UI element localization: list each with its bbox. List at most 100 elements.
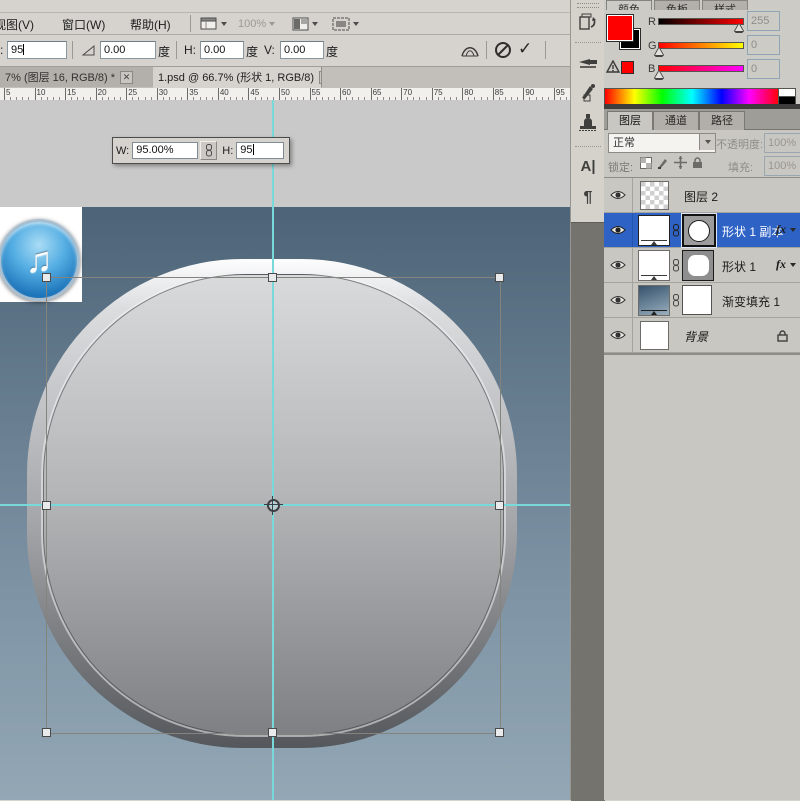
transform-handle-bottom-left[interactable]	[42, 728, 51, 737]
layer-row-selected[interactable]: 形状 1 副本 fx	[604, 213, 800, 248]
layer-mask-link-icon[interactable]	[672, 294, 680, 307]
tab-swatches[interactable]: 色板	[654, 0, 700, 10]
paragraph-panel-button[interactable]: ¶	[575, 186, 601, 210]
tab-paths[interactable]: 路径	[699, 111, 745, 130]
blue-value-input[interactable]: 0	[747, 59, 780, 79]
layer-row[interactable]: 图层 2	[604, 178, 800, 213]
tool-presets-panel-icon	[578, 82, 598, 102]
clone-source-panel-button[interactable]	[575, 110, 601, 134]
width-input[interactable]: 95.00%	[132, 142, 198, 159]
dock-grip-handle[interactable]	[577, 3, 599, 8]
layer-mask-thumbnail[interactable]	[682, 285, 712, 315]
visibility-cell[interactable]	[604, 248, 633, 282]
commit-transform-button[interactable]: ✓	[518, 39, 532, 59]
red-slider-track[interactable]	[658, 18, 744, 25]
transform-handle-top-left[interactable]	[42, 273, 51, 282]
shape-fill-thumbnail[interactable]	[638, 215, 670, 246]
tab-color[interactable]: 颜色	[606, 0, 652, 10]
rotate-angle-input[interactable]: 0.00	[100, 41, 156, 59]
cancel-transform-button[interactable]	[494, 41, 512, 64]
lock-transparency-icon[interactable]	[640, 157, 652, 169]
gamut-warning-icon[interactable]	[606, 60, 620, 73]
close-tab-icon[interactable]: ✕	[319, 71, 322, 84]
layer-name[interactable]: 形状 1 副本	[722, 223, 783, 240]
layer-effects-badge[interactable]: fx	[776, 257, 786, 272]
link-dimensions-button[interactable]	[200, 141, 217, 160]
transform-handle-bottom-center[interactable]	[268, 728, 277, 737]
green-slider-track[interactable]	[658, 42, 744, 49]
visibility-cell[interactable]	[604, 213, 633, 247]
tab-channels[interactable]: 通道	[653, 111, 699, 130]
layer-thumbnail[interactable]	[640, 181, 669, 210]
tab-layers[interactable]: 图层	[607, 111, 653, 130]
menu-help[interactable]: 帮助(H)	[130, 16, 171, 33]
layer-row[interactable]: 形状 1 fx	[604, 248, 800, 283]
tab-styles[interactable]: 样式	[702, 0, 748, 10]
document-tab-inactive[interactable]: 7% (图层 16, RGB/8) * ✕	[0, 67, 163, 87]
gradient-fill-thumbnail[interactable]	[638, 285, 670, 316]
layer-row[interactable]: 渐变填充 1	[604, 283, 800, 318]
document-canvas[interactable]: ♫	[0, 207, 570, 800]
close-tab-icon[interactable]: ✕	[120, 71, 133, 84]
layer-name[interactable]: 渐变填充 1	[722, 293, 780, 310]
gamut-color-swatch[interactable]	[621, 61, 634, 74]
vector-mask-thumbnail[interactable]	[682, 214, 716, 247]
layer-name[interactable]: 形状 1	[722, 258, 756, 275]
options-separator	[545, 41, 546, 59]
transform-handle-top-right[interactable]	[495, 273, 504, 282]
green-slider-thumb[interactable]	[655, 48, 663, 55]
layer-mask-link-icon[interactable]	[672, 259, 680, 272]
menu-view[interactable]: 视图(V)	[0, 16, 34, 33]
shape-fill-thumbnail[interactable]	[638, 250, 670, 281]
blue-slider-track[interactable]	[658, 65, 744, 72]
transform-handle-top-center[interactable]	[268, 273, 277, 282]
text-caret	[23, 44, 24, 55]
chevron-down-icon[interactable]	[790, 263, 796, 267]
blend-mode-select[interactable]: 正常	[608, 133, 716, 153]
tool-presets-panel-button[interactable]	[575, 80, 601, 104]
green-value-input[interactable]: 0	[747, 35, 780, 55]
visibility-cell[interactable]	[604, 318, 633, 352]
visibility-cell[interactable]	[604, 283, 633, 317]
layer-row[interactable]: 背景	[604, 318, 800, 353]
foreground-color-swatch[interactable]	[606, 14, 634, 42]
h-skew-input[interactable]: 0.00	[200, 41, 244, 59]
screen-mode-button[interactable]	[332, 15, 359, 32]
layer-effects-badge[interactable]: fx	[776, 222, 786, 237]
layer-name[interactable]: 背景	[684, 328, 708, 345]
layer-mask-link-icon[interactable]	[672, 224, 680, 237]
vector-mask-thumbnail[interactable]	[682, 250, 714, 281]
zoom-level-button[interactable]: 100%	[238, 15, 275, 32]
red-value-input[interactable]: 255	[747, 11, 780, 31]
dropdown-arrow-icon	[312, 22, 318, 26]
lock-pixels-icon[interactable]	[657, 157, 669, 169]
transform-handle-middle-right[interactable]	[495, 501, 504, 510]
scale-input[interactable]: 95	[7, 41, 67, 59]
red-slider-thumb[interactable]	[735, 24, 743, 31]
color-spectrum-ramp[interactable]	[604, 88, 780, 105]
v-skew-input[interactable]: 0.00	[280, 41, 324, 59]
arrange-documents-button[interactable]	[292, 15, 318, 32]
transform-handle-bottom-right[interactable]	[495, 728, 504, 737]
view-extras-button[interactable]	[200, 15, 227, 32]
warp-mode-button[interactable]	[460, 42, 480, 63]
layer-thumbnail[interactable]	[640, 321, 669, 350]
lock-position-icon[interactable]	[674, 156, 687, 169]
lock-all-icon[interactable]	[692, 156, 703, 169]
history-panel-button[interactable]	[575, 10, 601, 34]
document-tab-active[interactable]: 1.psd @ 66.7% (形状 1, RGB/8) ✕	[153, 67, 322, 88]
brush-panel-button[interactable]	[575, 50, 601, 74]
chevron-down-icon[interactable]	[790, 228, 796, 232]
visibility-cell[interactable]	[604, 178, 633, 212]
height-input[interactable]: 95	[236, 142, 284, 159]
blue-slider-thumb[interactable]	[655, 71, 663, 78]
transform-handle-middle-left[interactable]	[42, 501, 51, 510]
opacity-input[interactable]: 100%	[764, 133, 800, 153]
eye-icon	[610, 225, 626, 235]
menu-window[interactable]: 窗口(W)	[62, 16, 105, 33]
character-panel-button[interactable]: A|	[575, 154, 601, 178]
fill-input[interactable]: 100%	[764, 156, 800, 176]
transform-reference-point[interactable]	[267, 499, 280, 512]
layer-name[interactable]: 图层 2	[684, 188, 718, 205]
photoshop-window: 视图(V) 窗口(W) 帮助(H) 100% : 95 0.00 度 H: 0.…	[0, 0, 800, 800]
